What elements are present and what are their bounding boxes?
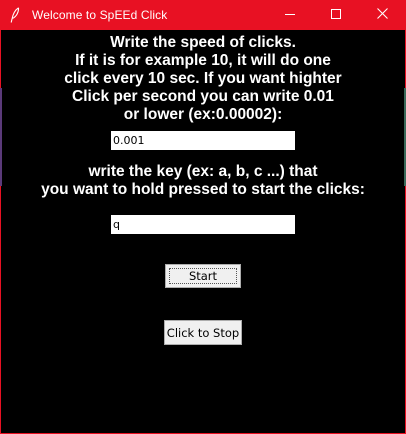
feather-icon [9,6,21,24]
start-button-label: Start [169,268,237,284]
maximize-button[interactable] [313,0,359,30]
speed-input[interactable] [111,131,295,150]
title-bar[interactable]: Welcome to SpEEd Click [1,0,405,30]
app-window: Welcome to SpEEd Click Write the speed o… [0,0,406,434]
stop-button[interactable]: Click to Stop [164,320,242,345]
close-button[interactable] [359,0,405,30]
window-title: Welcome to SpEEd Click [32,8,168,22]
speed-instructions: Write the speed of clicks. If it is for … [64,34,342,123]
key-input[interactable] [111,215,295,234]
minimize-icon [285,6,295,24]
start-button[interactable]: Start [165,264,241,288]
maximize-icon [331,6,341,24]
close-icon [376,6,388,24]
minimize-button[interactable] [267,0,313,30]
window-controls [267,0,405,30]
key-instructions: write the key (ex: a, b, c ...) that you… [41,163,365,198]
